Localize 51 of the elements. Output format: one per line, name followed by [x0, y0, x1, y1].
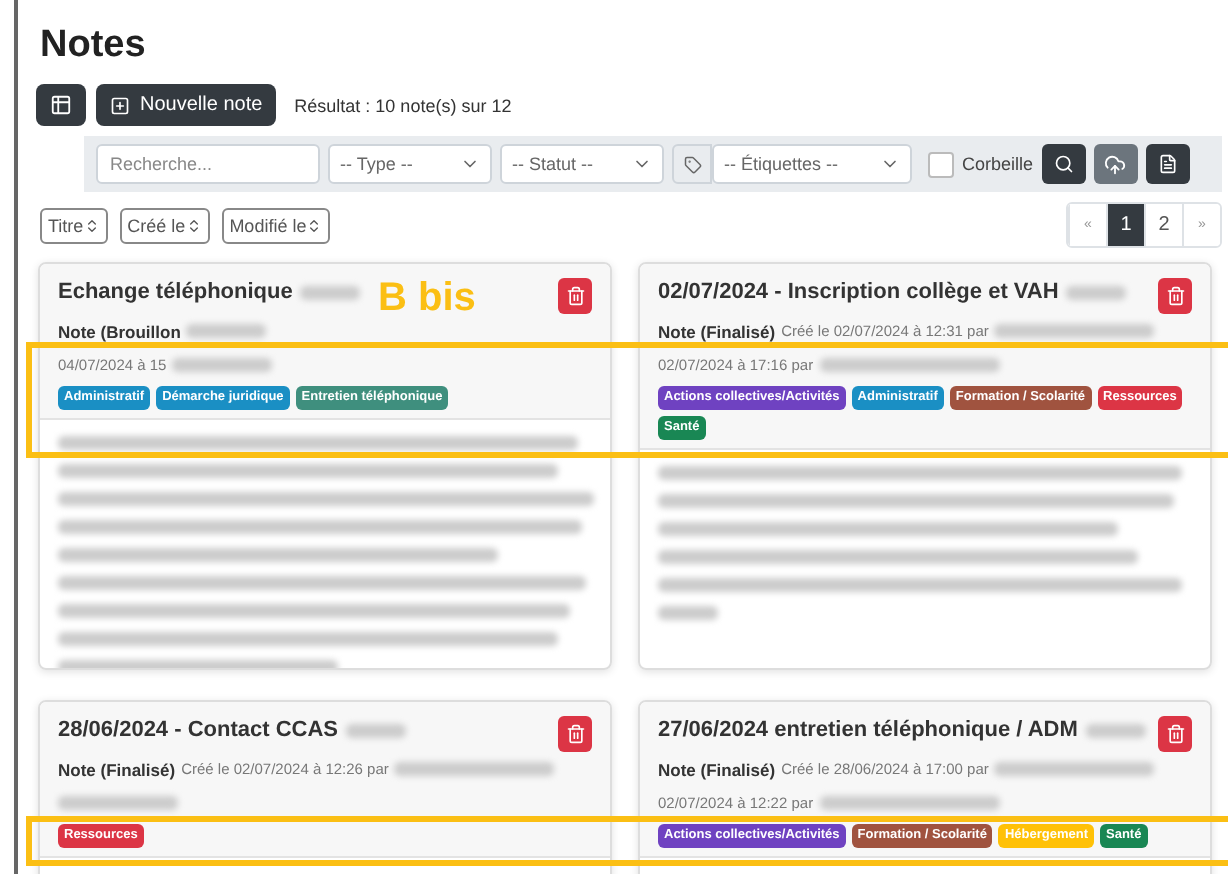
trash-icon — [1165, 724, 1185, 744]
cloud-upload-icon — [1104, 153, 1127, 175]
status-select[interactable]: -- Statut -- — [500, 144, 664, 184]
table-icon — [50, 94, 72, 116]
search-field[interactable]: Recherche... — [96, 144, 320, 184]
page-title: Notes — [40, 24, 148, 68]
tag-icon — [672, 144, 712, 184]
sort-button[interactable]: Créé le — [119, 208, 210, 244]
view-toggle-button[interactable] — [36, 84, 86, 126]
result-count: Résultat : 10 note(s) sur 12 — [294, 95, 512, 115]
note-status: Note (Brouillon — [58, 321, 181, 341]
trash-icon — [565, 286, 585, 306]
new-note-button[interactable]: Nouvelle note — [96, 84, 277, 126]
blurred-text-drawing — [658, 606, 718, 620]
delete-button[interactable] — [1158, 278, 1192, 314]
document-icon — [1157, 154, 1178, 174]
search-button[interactable] — [1041, 144, 1086, 184]
sort-button[interactable]: Modifié le — [221, 208, 331, 244]
note-title: 27/06/2024 entretien téléphonique / ADM — [658, 716, 1078, 746]
blurred-text-drawing — [186, 324, 267, 338]
plus-icon — [110, 95, 130, 115]
note-title: 02/07/2024 - Inscription collège et VAH — [658, 278, 1059, 308]
note-title: 28/06/2024 - Contact CCAS — [58, 716, 338, 746]
tags-select[interactable]: -- Étiquettes -- — [712, 144, 912, 184]
blurred-text-drawing — [1066, 286, 1127, 300]
blurred-text-drawing — [1085, 724, 1146, 738]
type-select[interactable]: -- Type -- — [328, 144, 492, 184]
trash-checkbox[interactable] — [928, 151, 954, 177]
page-button[interactable]: 1 — [1106, 204, 1144, 246]
note-status: Note (Finalisé) — [58, 759, 176, 779]
blurred-text-drawing — [300, 286, 361, 300]
delete-button[interactable] — [1158, 716, 1192, 752]
annotation-label: B bis — [378, 276, 476, 322]
blurred-text-drawing — [346, 724, 406, 738]
export-button[interactable] — [1145, 144, 1190, 184]
sort-button[interactable]: Titre — [40, 208, 108, 244]
note-title: Echange téléphonique — [58, 278, 293, 308]
trash-icon — [1165, 286, 1185, 306]
sort-icon — [306, 218, 323, 234]
blurred-text-drawing — [58, 796, 178, 810]
trash-icon — [565, 724, 585, 744]
search-icon — [1053, 154, 1074, 174]
delete-button[interactable] — [558, 278, 592, 314]
delete-button[interactable] — [558, 716, 592, 752]
sort-icon — [185, 218, 202, 234]
blurred-text-drawing — [172, 358, 273, 372]
trash-label: Corbeille — [962, 154, 1034, 174]
upload-button[interactable] — [1093, 144, 1138, 184]
sort-icon — [83, 218, 100, 234]
note-status: Note (Finalisé) — [658, 759, 776, 779]
note-status: Note (Finalisé) — [658, 321, 776, 341]
